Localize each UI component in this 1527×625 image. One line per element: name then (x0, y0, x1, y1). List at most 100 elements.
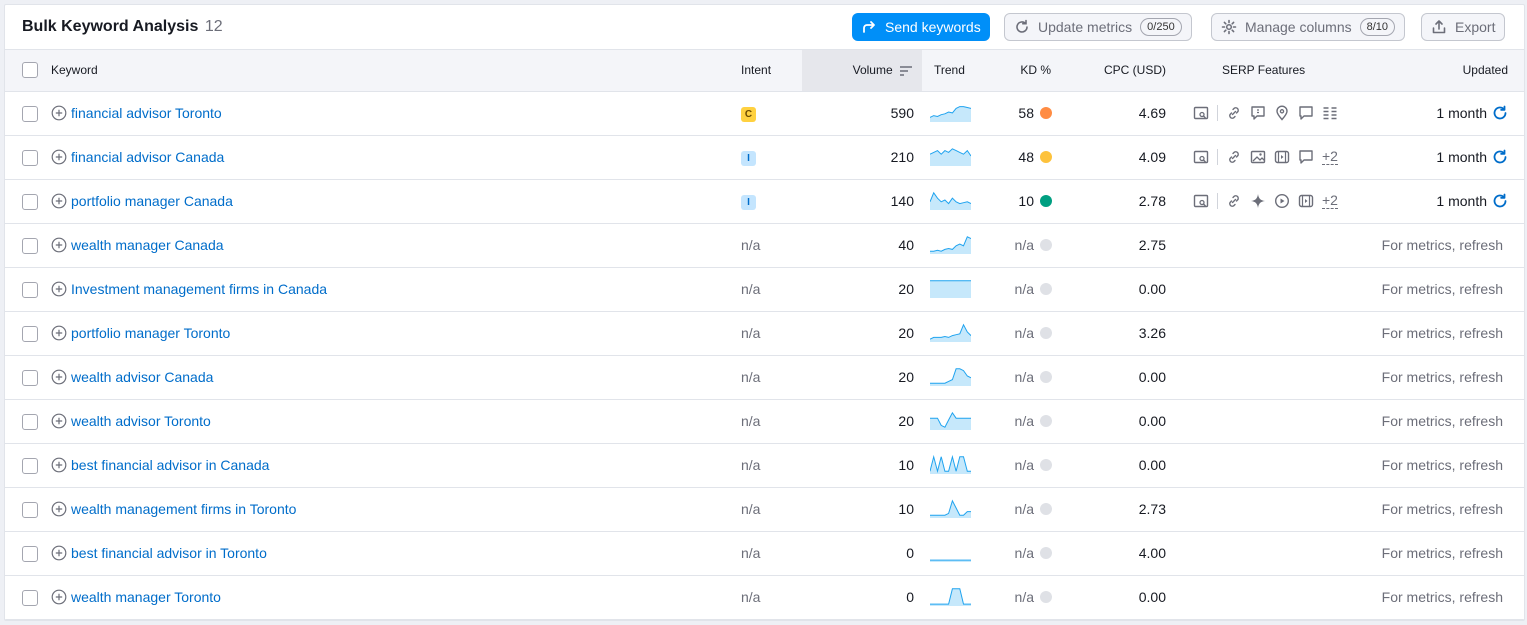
video-icon[interactable] (1274, 149, 1290, 165)
refresh-icon[interactable] (1492, 149, 1508, 165)
keyword-link[interactable]: wealth advisor Canada (71, 369, 213, 385)
list-icon[interactable] (1322, 105, 1338, 121)
add-keyword-icon[interactable] (51, 193, 67, 209)
trend-chart (929, 191, 972, 210)
add-keyword-icon[interactable] (51, 281, 67, 297)
refresh-icon[interactable] (1492, 105, 1508, 121)
keyword-link[interactable]: Investment management firms in Canada (71, 281, 327, 297)
manage-columns-label: Manage columns (1245, 19, 1352, 35)
link-icon[interactable] (1226, 193, 1242, 209)
sparkle-icon[interactable] (1250, 193, 1266, 209)
chat-icon[interactable] (1298, 105, 1314, 121)
keyword-link[interactable]: wealth manager Toronto (71, 589, 221, 605)
keyword-link[interactable]: portfolio manager Canada (71, 193, 233, 209)
kd-cell: n/a (998, 281, 1070, 297)
chat-icon[interactable] (1298, 149, 1314, 165)
row-checkbox[interactable] (22, 589, 38, 606)
row-checkbox[interactable] (22, 281, 38, 298)
row-checkbox[interactable] (22, 149, 38, 166)
row-checkbox[interactable] (22, 193, 38, 210)
col-serp[interactable]: SERP Features (1178, 50, 1406, 92)
row-checkbox[interactable] (22, 369, 38, 386)
add-keyword-icon[interactable] (51, 501, 67, 517)
updated-text: 1 month (1436, 149, 1487, 165)
video-icon[interactable] (1298, 193, 1314, 209)
cpc-value: 4.69 (1138, 105, 1166, 121)
add-keyword-icon[interactable] (51, 105, 67, 121)
row-checkbox[interactable] (22, 545, 38, 562)
cpc-value: 2.75 (1138, 237, 1166, 253)
row-checkbox[interactable] (22, 457, 38, 474)
add-keyword-icon[interactable] (51, 149, 67, 165)
row-checkbox[interactable] (22, 413, 38, 430)
table-row: best financial advisor in Canada n/a 10 n/a… (5, 443, 1524, 487)
keyword-cell: portfolio manager Canada (51, 193, 741, 209)
gear-icon (1221, 19, 1237, 35)
keyword-link[interactable]: best financial advisor in Canada (71, 457, 269, 473)
col-trend[interactable]: Trend (922, 50, 998, 92)
updated-cell: For metrics, refresh (1382, 413, 1524, 429)
keyword-link[interactable]: wealth advisor Toronto (71, 413, 211, 429)
add-keyword-icon[interactable] (51, 589, 67, 605)
keyword-link[interactable]: wealth management firms in Toronto (71, 501, 296, 517)
keyword-link[interactable]: financial advisor Canada (71, 149, 224, 165)
volume-value: 20 (898, 281, 914, 297)
intent-na: n/a (741, 369, 761, 385)
add-keyword-icon[interactable] (51, 545, 67, 561)
col-kd[interactable]: KD % (998, 50, 1070, 92)
kd-difficulty-dot (1040, 503, 1052, 515)
link-icon[interactable] (1226, 105, 1242, 121)
row-checkbox[interactable] (22, 325, 38, 342)
update-metrics-button[interactable]: Update metrics 0/250 (1004, 13, 1192, 41)
local-pin-icon[interactable] (1274, 105, 1290, 121)
send-keywords-button[interactable]: Send keywords (852, 13, 990, 41)
serp-magnifier-icon[interactable] (1193, 149, 1209, 165)
kd-cell: n/a (998, 545, 1070, 561)
keyword-link[interactable]: wealth manager Canada (71, 237, 224, 253)
keyword-cell: wealth advisor Canada (51, 369, 741, 385)
add-keyword-icon[interactable] (51, 413, 67, 429)
updated-cell: 1 month (1406, 149, 1524, 165)
col-intent[interactable]: Intent (741, 50, 802, 92)
serp-more-link[interactable]: +2 (1322, 193, 1338, 209)
table-row: portfolio manager Toronto n/a 20 n/a 3.26 For… (5, 311, 1524, 355)
row-checkbox[interactable] (22, 105, 38, 122)
keyword-cell: portfolio manager Toronto (51, 325, 741, 341)
col-keyword[interactable]: Keyword (51, 50, 741, 92)
col-cpc[interactable]: CPC (USD) (1070, 50, 1178, 92)
review-icon[interactable] (1250, 105, 1266, 121)
kd-difficulty-dot (1040, 591, 1052, 603)
table-header-row: Keyword Intent Volume Trend KD % CPC (US… (5, 50, 1524, 92)
updated-cell: For metrics, refresh (1382, 457, 1524, 473)
refresh-icon[interactable] (1492, 193, 1508, 209)
keyword-link[interactable]: portfolio manager Toronto (71, 325, 230, 341)
col-volume[interactable]: Volume (802, 50, 922, 92)
volume-value: 10 (898, 501, 914, 517)
add-keyword-icon[interactable] (51, 237, 67, 253)
table-row: financial advisor Canada I 210 48 4.09 +2 1 mo… (5, 135, 1524, 179)
serp-magnifier-icon[interactable] (1193, 105, 1209, 121)
serp-magnifier-icon[interactable] (1193, 193, 1209, 209)
row-checkbox[interactable] (22, 237, 38, 254)
volume-value: 210 (890, 149, 914, 165)
col-updated[interactable]: Updated (1406, 50, 1524, 92)
add-keyword-icon[interactable] (51, 369, 67, 385)
kd-value: n/a (1014, 369, 1034, 385)
keyword-link[interactable]: best financial advisor in Toronto (71, 545, 267, 561)
add-keyword-icon[interactable] (51, 457, 67, 473)
intent-na: n/a (741, 457, 761, 473)
manage-columns-button[interactable]: Manage columns 8/10 (1211, 13, 1406, 41)
select-all-checkbox[interactable] (22, 62, 38, 79)
keyword-link[interactable]: financial advisor Toronto (71, 105, 222, 121)
trend-chart (929, 147, 972, 166)
cpc-value: 0.00 (1138, 369, 1166, 385)
updated-text: For metrics, refresh (1381, 413, 1503, 429)
image-icon[interactable] (1250, 149, 1266, 165)
link-icon[interactable] (1226, 149, 1242, 165)
serp-divider (1217, 149, 1218, 165)
play-icon[interactable] (1274, 193, 1290, 209)
serp-more-link[interactable]: +2 (1322, 149, 1338, 165)
row-checkbox[interactable] (22, 501, 38, 518)
add-keyword-icon[interactable] (51, 325, 67, 341)
export-button[interactable]: Export (1421, 13, 1506, 41)
